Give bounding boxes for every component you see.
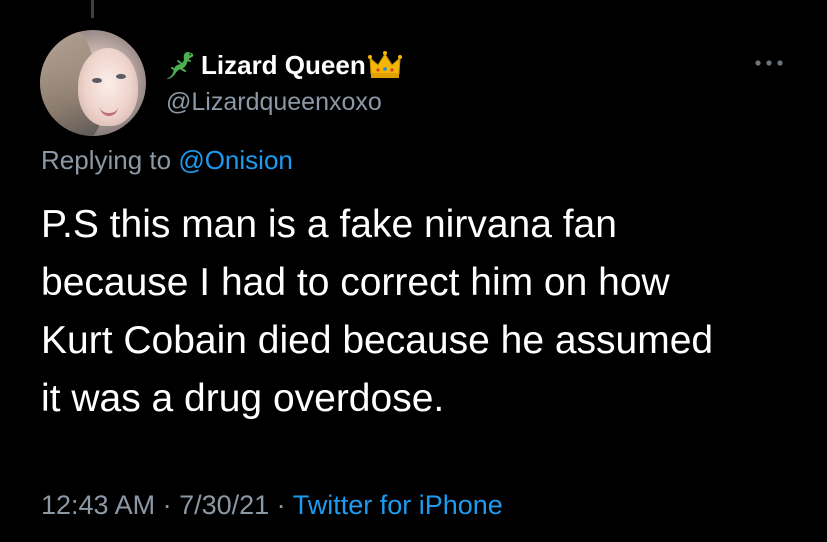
tweet-text-line: it was a drug overdose. [41,377,445,420]
tweet-metadata: 12:43 AM · 7/30/21 · Twitter for iPhone [41,490,503,521]
tweet-time[interactable]: 12:43 AM [41,490,155,520]
avatar[interactable] [40,30,146,136]
tweet-text-line: because I had to correct him on how [41,261,670,304]
tweet-text-line: Kurt Cobain died because he assumed [41,319,714,362]
tweet-date[interactable]: 7/30/21 [179,490,269,520]
display-name[interactable]: Lizard Queen [201,50,366,81]
more-options-icon[interactable] [753,58,785,68]
crown-icon [367,51,402,78]
tweet-source-link[interactable]: Twitter for iPhone [293,490,503,520]
thread-connector-line [91,0,94,18]
tweet-text-line: P.S this man is a fake nirvana fan [41,203,617,246]
author-name-row[interactable]: Lizard Queen [165,49,402,81]
author-handle[interactable]: @Lizardqueenxoxo [166,88,382,117]
replying-to-mention-link[interactable]: @Onision [178,145,293,175]
lizard-icon [167,51,194,79]
replying-to-label: Replying to [41,145,179,175]
avatar-eye-right [116,74,126,79]
replying-to-line: Replying to @Onision [41,145,293,176]
meta-separator: · [269,490,293,520]
tweet-text: P.S this man is a fake nirvana fan becau… [41,196,801,428]
avatar-eye-left [92,78,102,83]
meta-separator: · [155,490,180,520]
